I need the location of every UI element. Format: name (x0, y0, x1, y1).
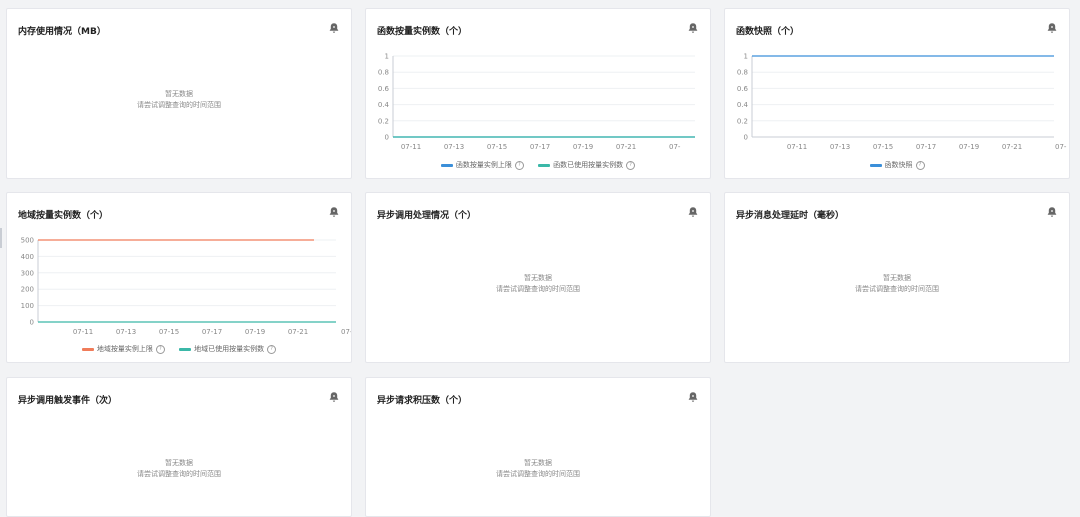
x-tick-label: 07-17 (916, 143, 936, 151)
legend-item[interactable]: 地域已使用按量实例数? (179, 344, 277, 354)
x-tick-label: 07-21 (1002, 143, 1022, 151)
async-trigger-card: 异步调用触发事件（次） 暂无数据 请尝试调整查询的时间范围 (6, 377, 352, 517)
help-icon[interactable]: ? (267, 344, 277, 354)
y-tick-label: 0.4 (737, 101, 749, 109)
y-tick-label: 0.6 (378, 85, 390, 93)
y-tick-label: 0 (744, 134, 748, 142)
x-tick-label: 07-15 (873, 143, 893, 151)
y-tick-label: 100 (21, 302, 34, 310)
empty-title: 暂无数据 (524, 459, 552, 467)
help-icon[interactable]: ? (915, 160, 925, 170)
card-title: 异步消息处理延时（毫秒） (736, 211, 845, 221)
y-tick-label: 0.2 (378, 117, 389, 125)
empty-title: 暂无数据 (883, 274, 911, 282)
y-tick-label: 200 (21, 286, 34, 294)
x-tick-label: 07- (1055, 143, 1067, 151)
card-title: 异步调用触发事件（次） (18, 396, 118, 406)
legend-item[interactable]: 函数按量实例上限? (440, 160, 524, 170)
y-tick-label: 0.8 (378, 69, 389, 77)
legend-item[interactable]: 函数已使用按量实例数? (538, 160, 636, 170)
y-tick-label: 1 (744, 53, 748, 61)
chart-legend: 函数快照? (725, 160, 1069, 170)
legend-item[interactable]: 地域按量实例上限? (81, 344, 165, 354)
side-handle (0, 228, 2, 248)
bell-icon[interactable] (1046, 206, 1058, 218)
empty-hint: 请尝试调整查询的时间范围 (137, 101, 221, 109)
async-invoke-card: 异步调用处理情况（个） 暂无数据 请尝试调整查询的时间范围 (365, 192, 711, 363)
empty-state: 暂无数据 请尝试调整查询的时间范围 (366, 273, 710, 295)
y-tick-label: 0 (30, 319, 34, 327)
y-tick-label: 0 (385, 134, 389, 142)
y-tick-label: 0.4 (378, 101, 390, 109)
x-tick-label: 07- (341, 328, 352, 336)
empty-state: 暂无数据 请尝试调整查询的时间范围 (7, 89, 351, 111)
y-tick-label: 0.6 (737, 85, 749, 93)
empty-hint: 请尝试调整查询的时间范围 (137, 470, 221, 478)
x-tick-label: 07-19 (573, 143, 593, 151)
empty-state: 暂无数据 请尝试调整查询的时间范围 (7, 458, 351, 480)
y-tick-label: 0.2 (737, 117, 748, 125)
card-title: 异步请求积压数（个） (377, 396, 468, 406)
func-quota-card: 函数按量实例数（个） 0 0.2 0.4 0.6 0.8 1 07-11 07-13 07-15… (365, 8, 711, 179)
x-tick-label: 07-13 (444, 143, 464, 151)
bell-icon[interactable] (687, 206, 699, 218)
bell-icon[interactable] (328, 22, 340, 34)
y-tick-label: 400 (21, 253, 34, 261)
async-backlog-card: 异步请求积压数（个） 暂无数据 请尝试调整查询的时间范围 (365, 377, 711, 517)
region-quota-chart: 0 100 200 300 400 500 07-11 07-13 07-15 07-17 07-1… (21, 237, 352, 337)
x-tick-label: 07-15 (159, 328, 179, 336)
region-quota-card: 地域按量实例数（个） 0 100 200 300 400 500 07-11 07-13 07-… (6, 192, 352, 363)
x-tick-label: 07-17 (530, 143, 550, 151)
x-tick-label: 07-15 (487, 143, 507, 151)
y-tick-label: 300 (21, 269, 34, 277)
x-tick-label: 07- (669, 143, 681, 151)
x-tick-label: 07-19 (959, 143, 979, 151)
chart-legend: 函数按量实例上限? 函数已使用按量实例数? (366, 160, 710, 170)
y-tick-label: 0.8 (737, 69, 748, 77)
x-tick-label: 07-21 (616, 143, 636, 151)
memory-card: 内存使用情况（MB） 暂无数据 请尝试调整查询的时间范围 (6, 8, 352, 179)
func-quota-chart: 0 0.2 0.4 0.6 0.8 1 07-11 07-13 07-15 07-17 07-19 0… (378, 53, 695, 151)
help-icon[interactable]: ? (626, 160, 636, 170)
x-tick-label: 07-19 (245, 328, 265, 336)
help-icon[interactable]: ? (514, 160, 524, 170)
empty-title: 暂无数据 (524, 274, 552, 282)
async-latency-card: 异步消息处理延时（毫秒） 暂无数据 请尝试调整查询的时间范围 (724, 192, 1070, 363)
help-icon[interactable]: ? (155, 344, 165, 354)
card-title: 内存使用情况（MB） (18, 27, 106, 37)
legend-item[interactable]: 函数快照? (869, 160, 925, 170)
chart-legend: 地域按量实例上限? 地域已使用按量实例数? (7, 344, 351, 354)
x-tick-label: 07-13 (116, 328, 136, 336)
bell-icon[interactable] (328, 391, 340, 403)
empty-state: 暂无数据 请尝试调整查询的时间范围 (366, 458, 710, 480)
empty-hint: 请尝试调整查询的时间范围 (496, 285, 580, 293)
card-title: 异步调用处理情况（个） (377, 211, 477, 221)
x-tick-label: 07-11 (401, 143, 421, 151)
x-tick-label: 07-13 (830, 143, 850, 151)
x-tick-label: 07-17 (202, 328, 222, 336)
bell-icon[interactable] (687, 391, 699, 403)
x-tick-label: 07-21 (288, 328, 308, 336)
empty-title: 暂无数据 (165, 459, 193, 467)
empty-state: 暂无数据 请尝试调整查询的时间范围 (725, 273, 1069, 295)
empty-hint: 请尝试调整查询的时间范围 (855, 285, 939, 293)
x-tick-label: 07-11 (787, 143, 807, 151)
empty-title: 暂无数据 (165, 90, 193, 98)
func-snapshot-chart: 0 0.2 0.4 0.6 0.8 1 07-11 07-13 07-15 07-17 07-19 0… (737, 53, 1067, 152)
y-tick-label: 500 (21, 237, 34, 245)
x-tick-label: 07-11 (73, 328, 93, 336)
y-tick-label: 1 (385, 53, 389, 61)
empty-hint: 请尝试调整查询的时间范围 (496, 470, 580, 478)
func-snapshot-card: 函数快照（个） 0 0.2 0.4 0.6 0.8 1 07-11 07-13 07-15 07-… (724, 8, 1070, 179)
